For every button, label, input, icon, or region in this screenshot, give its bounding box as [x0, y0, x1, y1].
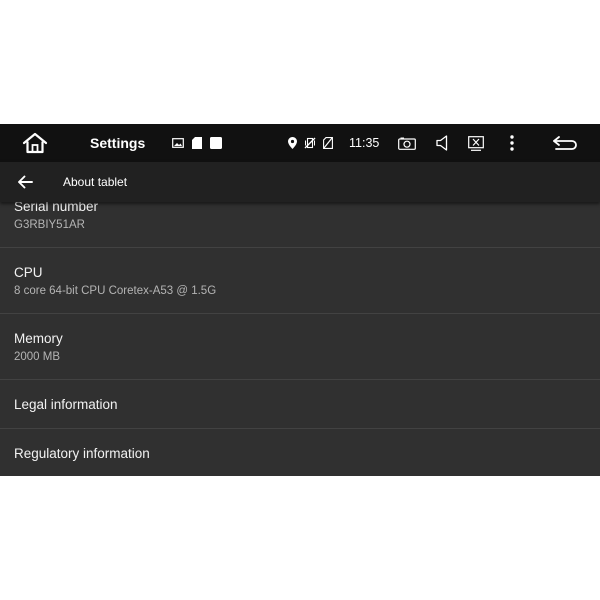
item-summary: G3RBIY51AR	[14, 219, 85, 231]
arrow-left-icon	[18, 175, 33, 189]
device-screen: Settings 11:35 About tablet Serial numbe…	[0, 124, 600, 476]
image-notification-icon	[172, 138, 184, 148]
more-options-button[interactable]	[503, 124, 521, 162]
screenshot-button[interactable]	[466, 124, 486, 162]
vibrate-off-icon	[304, 137, 316, 149]
sd-card-icon	[192, 137, 202, 149]
square-notification-icon	[210, 137, 222, 149]
item-title: Regulatory information	[14, 446, 150, 461]
location-icon	[288, 137, 297, 149]
item-title: Legal information	[14, 397, 118, 412]
item-title: Memory	[14, 331, 63, 346]
no-sim-icon	[323, 137, 333, 149]
app-bar: About tablet	[0, 162, 600, 202]
speaker-icon	[435, 135, 447, 151]
volume-button[interactable]	[433, 124, 451, 162]
screenshot-icon	[468, 135, 484, 151]
item-summary: 2000 MB	[14, 351, 61, 363]
list-item-serial-number[interactable]: Serial number G3RBIY51AR	[0, 202, 600, 248]
clock: 11:35	[349, 136, 380, 150]
settings-list: Serial number G3RBIY51AR CPU 8 core 64-b…	[0, 202, 600, 476]
system-icons	[288, 124, 340, 162]
return-arrow-icon	[553, 136, 577, 150]
more-vert-icon	[510, 135, 514, 151]
page-title: About tablet	[63, 175, 128, 189]
home-icon	[22, 132, 48, 154]
list-item-memory[interactable]: Memory 2000 MB	[0, 314, 600, 380]
item-summary: 8 core 64-bit CPU Coretex-A53 @ 1.5G	[14, 285, 217, 297]
camera-icon	[398, 137, 416, 150]
home-button[interactable]	[18, 124, 52, 162]
notification-icons	[172, 124, 230, 162]
list-item-legal-information[interactable]: Legal information	[0, 380, 600, 429]
app-label: Settings	[90, 135, 146, 151]
list-item-regulatory-information[interactable]: Regulatory information	[0, 429, 600, 476]
list-item-cpu[interactable]: CPU 8 core 64-bit CPU Coretex-A53 @ 1.5G	[0, 248, 600, 314]
item-title: Serial number	[14, 202, 99, 214]
status-bar: Settings 11:35	[0, 124, 600, 162]
up-navigation-button[interactable]	[12, 162, 38, 202]
back-nav-button[interactable]	[548, 124, 582, 162]
item-title: CPU	[14, 265, 43, 280]
camera-button[interactable]	[396, 124, 418, 162]
